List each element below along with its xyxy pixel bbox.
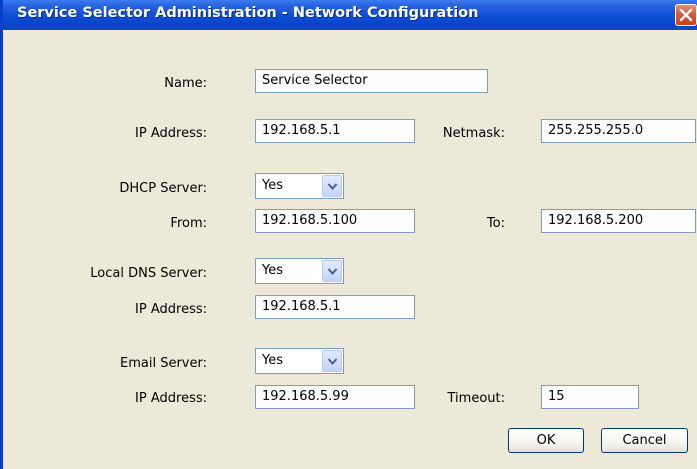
- email-server-label: Email Server:: [120, 356, 207, 371]
- close-icon: [679, 8, 693, 22]
- dhcp-server-value: Yes: [262, 178, 283, 193]
- dhcp-to-label: To:: [486, 216, 505, 231]
- dhcp-to-field[interactable]: 192.168.5.200: [541, 209, 696, 233]
- name-label: Name:: [164, 76, 207, 91]
- local-dns-server-label: Local DNS Server:: [90, 266, 207, 281]
- dns-dropdown-button[interactable]: [322, 260, 342, 282]
- timeout-label: Timeout:: [447, 391, 505, 406]
- timeout-field[interactable]: 15: [541, 385, 639, 409]
- dhcp-server-label: DHCP Server:: [119, 181, 207, 196]
- local-dns-server-value: Yes: [262, 263, 283, 278]
- ip-address-label: IP Address:: [135, 126, 207, 141]
- chevron-down-icon: [327, 358, 338, 366]
- ip-address-field[interactable]: 192.168.5.1: [255, 119, 415, 143]
- chevron-down-icon: [327, 268, 338, 276]
- dhcp-server-select[interactable]: Yes: [255, 173, 344, 199]
- dns-ip-address-label: IP Address:: [135, 302, 207, 317]
- network-config-window: Service Selector Administration - Networ…: [0, 0, 697, 469]
- title-bar[interactable]: Service Selector Administration - Networ…: [3, 0, 697, 30]
- local-dns-server-select[interactable]: Yes: [255, 258, 344, 284]
- netmask-label: Netmask:: [442, 126, 505, 141]
- dns-ip-address-field[interactable]: 192.168.5.1: [255, 295, 415, 319]
- email-ip-address-field[interactable]: 192.168.5.99: [255, 385, 415, 409]
- email-server-value: Yes: [262, 353, 283, 368]
- email-server-select[interactable]: Yes: [255, 348, 344, 374]
- chevron-down-icon: [327, 183, 338, 191]
- email-dropdown-button[interactable]: [322, 350, 342, 372]
- dhcp-from-label: From:: [170, 216, 207, 231]
- name-field[interactable]: Service Selector: [255, 69, 488, 93]
- dhcp-dropdown-button[interactable]: [322, 175, 342, 197]
- window-title: Service Selector Administration - Networ…: [17, 5, 479, 21]
- email-ip-address-label: IP Address:: [135, 391, 207, 406]
- cancel-button[interactable]: Cancel: [601, 428, 688, 453]
- netmask-field[interactable]: 255.255.255.0: [541, 119, 696, 143]
- close-button[interactable]: [675, 4, 697, 26]
- ok-button[interactable]: OK: [508, 428, 584, 453]
- dhcp-from-field[interactable]: 192.168.5.100: [255, 209, 415, 233]
